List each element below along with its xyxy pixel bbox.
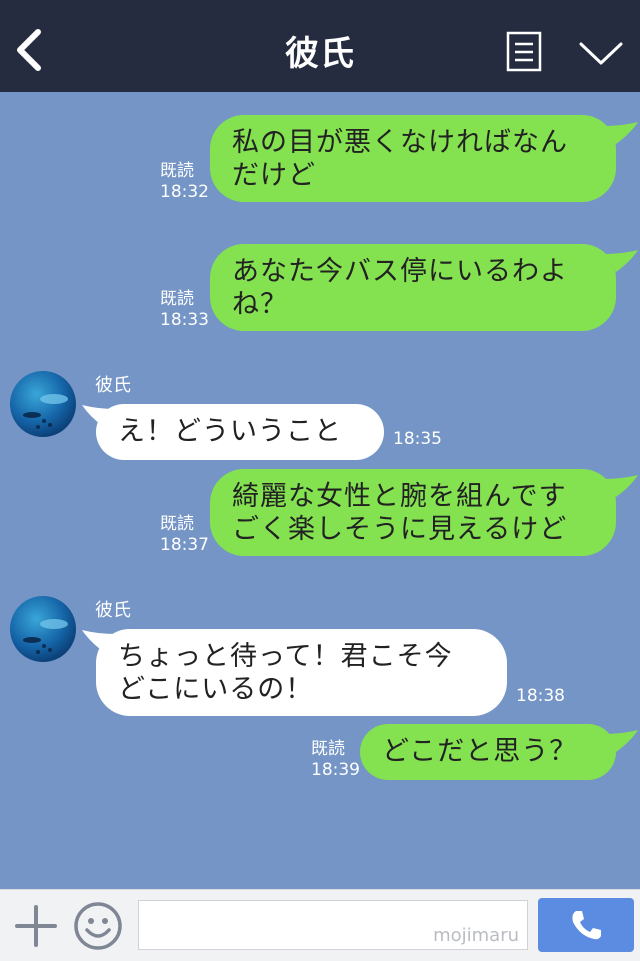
message-bubble[interactable]: あなた今バス停にいるわよ ね？ bbox=[210, 244, 616, 331]
smiley-icon[interactable] bbox=[72, 900, 124, 952]
bubble-tail bbox=[604, 475, 638, 497]
chat-title: 彼氏 bbox=[285, 34, 355, 74]
bubble-tail bbox=[604, 122, 638, 144]
message-time: 18:37 bbox=[160, 535, 209, 555]
watermark-text: mojimaru bbox=[433, 925, 519, 946]
message-time: 18:32 bbox=[160, 182, 209, 202]
message-meta: 既読 18:32 bbox=[160, 161, 209, 203]
chevron-down-icon[interactable] bbox=[578, 38, 624, 68]
message-time: 18:33 bbox=[160, 310, 209, 330]
menu-list-icon[interactable] bbox=[506, 31, 542, 72]
read-receipt: 既読 bbox=[160, 289, 194, 309]
chat-header: 彼氏 bbox=[0, 0, 640, 92]
plus-icon[interactable] bbox=[14, 904, 58, 948]
read-receipt: 既読 bbox=[160, 514, 194, 534]
sender-name: 彼氏 bbox=[95, 600, 131, 621]
message-meta: 既読 18:37 bbox=[160, 514, 209, 556]
message-bubble[interactable]: え！どういうこと bbox=[96, 404, 384, 460]
chat-area[interactable]: 既読 18:32 私の目が悪くなければなん だけど 既読 18:33 あなた今バ… bbox=[0, 92, 640, 889]
bubble-tail bbox=[604, 250, 638, 272]
message-bubble[interactable]: ちょっと待って！君こそ今 どこにいるの！ bbox=[96, 629, 507, 716]
read-receipt: 既読 bbox=[311, 739, 345, 759]
message-time: 18:39 bbox=[311, 760, 360, 780]
message-bubble[interactable]: どこだと思う？ bbox=[360, 724, 616, 780]
avatar[interactable] bbox=[10, 596, 76, 662]
message-bubble[interactable]: 綺麗な女性と腕を組んです ごく楽しそうに見えるけど bbox=[210, 469, 616, 556]
input-bar: mojimaru bbox=[0, 889, 640, 961]
message-input[interactable]: mojimaru bbox=[138, 900, 528, 950]
bubble-tail bbox=[604, 730, 638, 752]
avatar[interactable] bbox=[10, 371, 76, 437]
message-meta: 既読 18:33 bbox=[160, 289, 209, 331]
message-time: 18:35 bbox=[393, 429, 442, 449]
sender-name: 彼氏 bbox=[95, 375, 131, 396]
message-bubble[interactable]: 私の目が悪くなければなん だけど bbox=[210, 115, 616, 202]
call-button[interactable] bbox=[538, 898, 634, 952]
phone-icon bbox=[572, 911, 601, 940]
read-receipt: 既読 bbox=[160, 161, 194, 181]
message-time: 18:38 bbox=[516, 686, 565, 706]
message-meta: 既読 18:39 bbox=[311, 739, 360, 781]
